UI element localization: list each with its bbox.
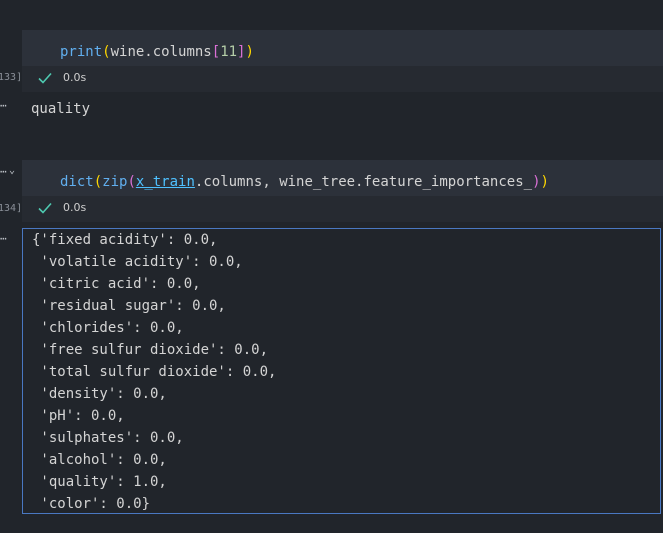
more-icon[interactable]: ⋯ [0,99,7,112]
output-line: 'color': 0.0} [32,496,151,512]
execution-time: 0.0s [63,71,87,84]
execution-count: [133] [0,72,23,83]
code-paren: ( [102,44,111,60]
code-paren: ) [532,174,541,190]
code-bracket: [ [211,44,221,60]
execution-time: 0.0s [63,201,87,214]
output-line: 'pH': 0.0, [32,408,125,424]
cell-status-bar: 0.0s [22,66,663,92]
output-line: {'fixed acidity': 0.0, [32,232,218,248]
code-fn: dict [60,174,94,190]
code-paren: ) [540,174,549,190]
output-line: 'alcohol': 0.0, [32,452,167,468]
code-fn: print [60,44,103,60]
code-fn: zip [102,174,128,190]
code-obj: wine.columns [110,44,212,60]
output-line: 'free sulfur dioxide': 0.0, [32,342,269,358]
more-icon[interactable]: ⋯ [0,232,7,245]
code-cell-1[interactable]: print(wine.columns[11]) [22,30,663,66]
code-args: .columns, wine_tree.feature_importances_ [194,174,533,190]
code-paren: ( [93,174,103,190]
code-var-link[interactable]: x_train [136,174,195,190]
code-line-1[interactable]: print(wine.columns[11]) [60,42,254,62]
check-icon [38,72,52,84]
output-line: 'density': 0.0, [32,386,167,402]
output-line: 'volatile acidity': 0.0, [32,254,243,270]
notebook: print(wine.columns[11]) [133] 0.0s ⋯ qua… [0,0,663,533]
cell-status-bar: 0.0s [22,196,663,222]
code-paren: ) [245,44,254,60]
more-icon[interactable]: ⋯ [0,165,7,178]
check-icon [38,202,52,214]
cell-output[interactable]: {'fixed acidity': 0.0, 'volatile acidity… [22,228,661,514]
cell-output: quality [31,101,91,117]
execution-count: [134] [0,203,23,214]
output-line: 'residual sugar': 0.0, [32,298,226,314]
code-paren: ( [127,174,136,190]
chevron-down-icon[interactable]: ⌄ [9,165,15,176]
code-index: 11 [220,44,238,60]
output-line: 'citric acid': 0.0, [32,276,201,292]
output-line: 'sulphates': 0.0, [32,430,184,446]
code-line-1[interactable]: dict(zip(x_train.columns, wine_tree.feat… [60,172,549,192]
output-line: 'chlorides': 0.0, [32,320,184,336]
code-cell-2[interactable]: dict(zip(x_train.columns, wine_tree.feat… [22,160,663,196]
output-line: 'total sulfur dioxide': 0.0, [32,364,277,380]
output-line: 'quality': 1.0, [32,474,167,490]
